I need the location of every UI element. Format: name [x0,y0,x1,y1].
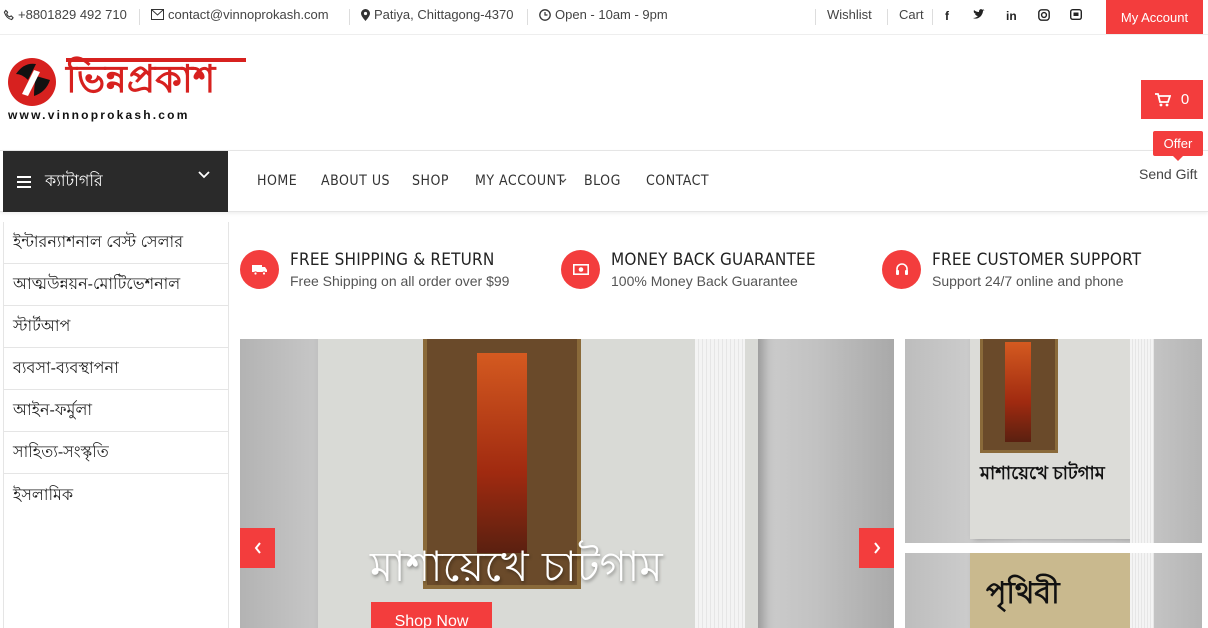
hamburger-icon [17,175,31,188]
twitter-icon[interactable] [973,9,985,23]
phone-icon [3,9,14,20]
linkedin-icon[interactable]: in [1006,9,1017,23]
side-book-title: মাশায়েখে চাটগাম [980,463,1105,483]
side-book-cover: পৃথিবী [970,553,1140,628]
logo-brand-text: ভিন্নপ্রকাশ [66,57,216,101]
side-book-cover: মাশায়েখে চাটগাম [970,339,1140,539]
feature-title: FREE CUSTOMER SUPPORT [932,250,1142,270]
feature-title: FREE SHIPPING & RETURN [290,250,495,270]
send-gift-link[interactable]: Send Gift [1139,166,1197,182]
truck-icon [240,250,279,289]
category-menu-button[interactable]: ক্যাটাগরি [3,151,228,212]
hero-slider: মাশায়েখে চাটগাম Shop Now [240,339,894,628]
slide-title: মাশায়েখে চাটগাম [370,542,663,591]
chevron-down-icon [198,171,210,179]
category-item[interactable]: আইন-ফর্মুলা [4,390,228,432]
nav-shop[interactable]: SHOP [412,173,449,189]
opening-hours: Open - 10am - 9pm [539,7,668,22]
email-text: contact@vinnoprokash.com [168,7,329,22]
site-logo[interactable]: ভিন্নপ্রকাশ www.vinnoprokash.com [4,52,249,127]
clock-icon [539,8,551,21]
category-item[interactable]: আত্মউন্নয়ন-মোটিভেশনাল [4,264,228,306]
feature-subtitle: Free Shipping on all order over $99 [290,273,510,289]
nav-about-us[interactable]: ABOUT US [321,173,390,189]
wishlist-label: Wishlist [827,7,872,22]
feature-title: MONEY BACK GUARANTEE [611,250,816,270]
feature-money-back: MONEY BACK GUARANTEE 100% Money Back Gua… [561,250,816,289]
nav-blog[interactable]: BLOG [584,173,621,189]
my-account-label: My Account [1120,9,1189,25]
logo-url-text: www.vinnoprokash.com [8,108,190,122]
slider-prev-button[interactable] [240,528,275,568]
phone-contact[interactable]: +8801829 492 710 [3,7,127,22]
header-cart-button[interactable]: 0 [1141,80,1203,119]
feature-subtitle: 100% Money Back Guarantee [611,273,798,289]
map-marker-icon [361,8,370,21]
cart-label: Cart [899,7,924,22]
my-account-chevron-icon [559,178,567,183]
facebook-icon[interactable]: f [945,9,949,23]
chevron-left-icon [254,542,261,554]
offer-badge: Offer [1153,131,1203,161]
envelope-icon [151,9,164,20]
main-navbar: ক্যাটাগরি HOME ABOUT US SHOP MY ACCOUNT … [0,150,1208,212]
features-strip: FREE SHIPPING & RETURN Free Shipping on … [240,250,1200,310]
wishlist-link[interactable]: Wishlist [827,7,872,22]
side-book-title: পৃথিবী [986,577,1060,610]
slide-book-pages [695,339,745,628]
category-sidebar: ইন্টারন্যাশনাল বেস্ট সেলার আত্মউন্নয়ন-ম… [3,222,229,628]
category-item[interactable]: ইসলামিক [4,474,228,516]
address-contact: Patiya, Chittagong-4370 [361,7,513,22]
hours-text: Open - 10am - 9pm [555,7,668,22]
nav-my-account[interactable]: MY ACCOUNT [475,173,565,189]
side-banner-bottom[interactable]: পৃথিবী [905,553,1202,628]
category-item[interactable]: স্টার্টআপ [4,306,228,348]
nav-contact[interactable]: CONTACT [646,173,709,189]
side-banner-top[interactable]: মাশায়েখে চাটগাম [905,339,1202,543]
instagram-icon[interactable] [1038,9,1050,24]
slider-next-button[interactable] [859,528,894,568]
feature-shipping: FREE SHIPPING & RETURN Free Shipping on … [240,250,509,289]
cart-icon [1154,92,1171,106]
email-contact[interactable]: contact@vinnoprokash.com [151,7,329,22]
youtube-icon[interactable] [1069,8,1083,23]
feature-support: FREE CUSTOMER SUPPORT Support 24/7 onlin… [882,250,1141,289]
phone-text: +8801829 492 710 [18,7,127,22]
category-menu-label: ক্যাটাগরি [45,173,103,190]
feature-subtitle: Support 24/7 online and phone [932,273,1124,289]
my-account-button[interactable]: My Account [1106,0,1203,34]
address-text: Patiya, Chittagong-4370 [374,7,514,22]
headset-icon [882,250,921,289]
chevron-right-icon [873,542,880,554]
cart-count: 0 [1180,91,1190,108]
category-item[interactable]: ব্যবসা-ব্যবস্থাপনা [4,348,228,390]
category-item[interactable]: ইন্টারন্যাশনাল বেস্ট সেলার [4,222,228,264]
cart-link[interactable]: Cart [899,7,924,22]
top-bar: +8801829 492 710 contact@vinnoprokash.co… [0,0,1208,35]
shop-now-button[interactable]: Shop Now [371,602,492,628]
category-item[interactable]: সাহিত্য-সংস্কৃতি [4,432,228,474]
nav-home[interactable]: HOME [257,173,297,189]
money-icon [561,250,600,289]
